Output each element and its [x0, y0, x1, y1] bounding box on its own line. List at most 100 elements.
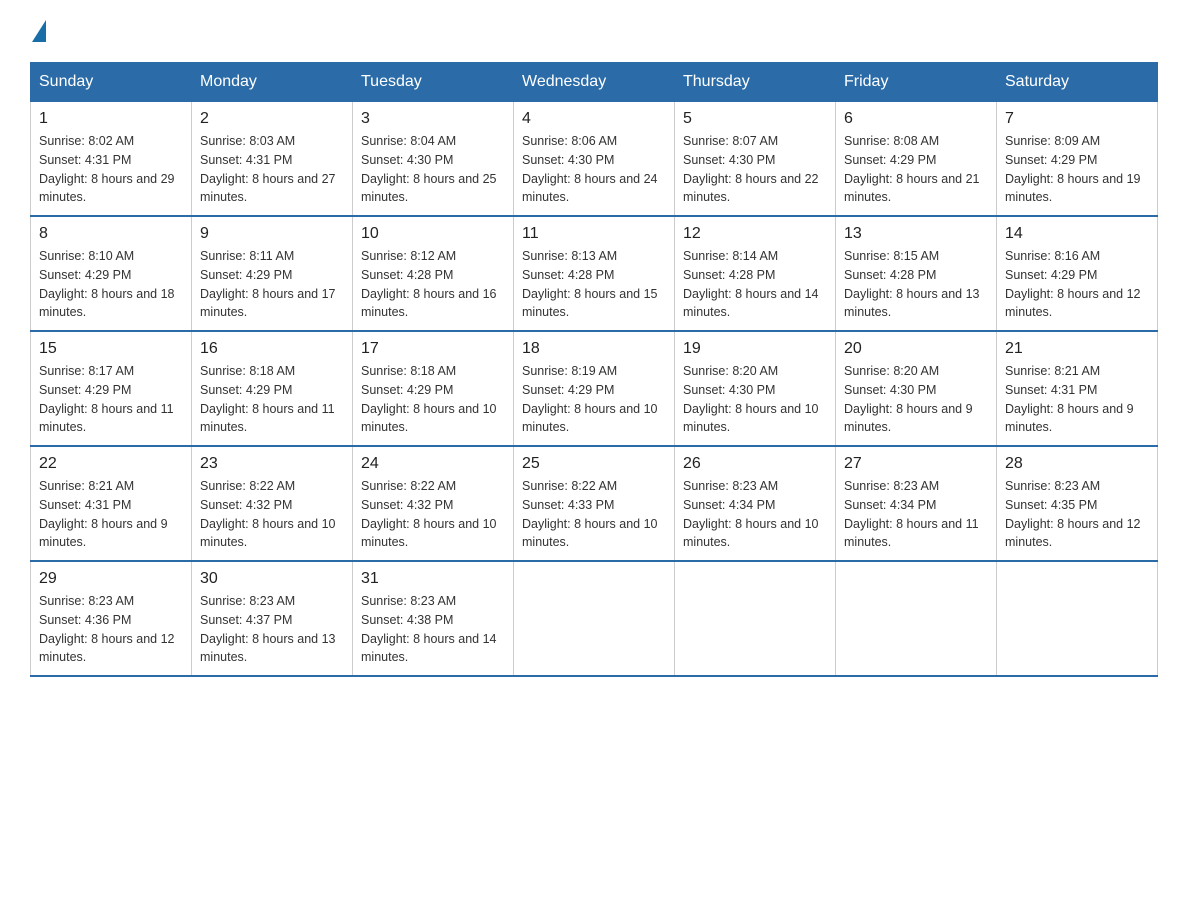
- weekday-header-thursday: Thursday: [675, 63, 836, 102]
- calendar-cell: 23 Sunrise: 8:22 AM Sunset: 4:32 PM Dayl…: [192, 446, 353, 561]
- day-info: Sunrise: 8:12 AM Sunset: 4:28 PM Dayligh…: [361, 247, 505, 322]
- calendar-table: SundayMondayTuesdayWednesdayThursdayFrid…: [30, 62, 1158, 677]
- day-number: 1: [39, 110, 183, 128]
- calendar-cell: 24 Sunrise: 8:22 AM Sunset: 4:32 PM Dayl…: [353, 446, 514, 561]
- day-info: Sunrise: 8:11 AM Sunset: 4:29 PM Dayligh…: [200, 247, 344, 322]
- weekday-header-saturday: Saturday: [997, 63, 1158, 102]
- day-info: Sunrise: 8:07 AM Sunset: 4:30 PM Dayligh…: [683, 132, 827, 207]
- day-info: Sunrise: 8:22 AM Sunset: 4:33 PM Dayligh…: [522, 477, 666, 552]
- day-number: 21: [1005, 340, 1149, 358]
- calendar-cell: 18 Sunrise: 8:19 AM Sunset: 4:29 PM Dayl…: [514, 331, 675, 446]
- day-number: 17: [361, 340, 505, 358]
- calendar-week-row: 29 Sunrise: 8:23 AM Sunset: 4:36 PM Dayl…: [31, 561, 1158, 676]
- calendar-cell: 2 Sunrise: 8:03 AM Sunset: 4:31 PM Dayli…: [192, 102, 353, 217]
- day-number: 5: [683, 110, 827, 128]
- day-info: Sunrise: 8:18 AM Sunset: 4:29 PM Dayligh…: [361, 362, 505, 437]
- day-number: 9: [200, 225, 344, 243]
- day-info: Sunrise: 8:04 AM Sunset: 4:30 PM Dayligh…: [361, 132, 505, 207]
- calendar-cell: 16 Sunrise: 8:18 AM Sunset: 4:29 PM Dayl…: [192, 331, 353, 446]
- calendar-cell: 17 Sunrise: 8:18 AM Sunset: 4:29 PM Dayl…: [353, 331, 514, 446]
- day-number: 18: [522, 340, 666, 358]
- day-info: Sunrise: 8:21 AM Sunset: 4:31 PM Dayligh…: [1005, 362, 1149, 437]
- day-info: Sunrise: 8:03 AM Sunset: 4:31 PM Dayligh…: [200, 132, 344, 207]
- day-number: 25: [522, 455, 666, 473]
- calendar-cell: 25 Sunrise: 8:22 AM Sunset: 4:33 PM Dayl…: [514, 446, 675, 561]
- calendar-cell: 19 Sunrise: 8:20 AM Sunset: 4:30 PM Dayl…: [675, 331, 836, 446]
- calendar-cell: 6 Sunrise: 8:08 AM Sunset: 4:29 PM Dayli…: [836, 102, 997, 217]
- calendar-cell: 12 Sunrise: 8:14 AM Sunset: 4:28 PM Dayl…: [675, 216, 836, 331]
- day-info: Sunrise: 8:16 AM Sunset: 4:29 PM Dayligh…: [1005, 247, 1149, 322]
- day-info: Sunrise: 8:10 AM Sunset: 4:29 PM Dayligh…: [39, 247, 183, 322]
- day-number: 22: [39, 455, 183, 473]
- day-info: Sunrise: 8:18 AM Sunset: 4:29 PM Dayligh…: [200, 362, 344, 437]
- day-info: Sunrise: 8:23 AM Sunset: 4:34 PM Dayligh…: [844, 477, 988, 552]
- day-info: Sunrise: 8:22 AM Sunset: 4:32 PM Dayligh…: [361, 477, 505, 552]
- weekday-header-wednesday: Wednesday: [514, 63, 675, 102]
- day-number: 31: [361, 570, 505, 588]
- day-number: 15: [39, 340, 183, 358]
- calendar-cell: 3 Sunrise: 8:04 AM Sunset: 4:30 PM Dayli…: [353, 102, 514, 217]
- calendar-cell: [997, 561, 1158, 676]
- weekday-header-friday: Friday: [836, 63, 997, 102]
- calendar-cell: 28 Sunrise: 8:23 AM Sunset: 4:35 PM Dayl…: [997, 446, 1158, 561]
- calendar-week-row: 1 Sunrise: 8:02 AM Sunset: 4:31 PM Dayli…: [31, 102, 1158, 217]
- day-info: Sunrise: 8:23 AM Sunset: 4:35 PM Dayligh…: [1005, 477, 1149, 552]
- calendar-cell: 31 Sunrise: 8:23 AM Sunset: 4:38 PM Dayl…: [353, 561, 514, 676]
- day-info: Sunrise: 8:22 AM Sunset: 4:32 PM Dayligh…: [200, 477, 344, 552]
- day-info: Sunrise: 8:20 AM Sunset: 4:30 PM Dayligh…: [844, 362, 988, 437]
- calendar-cell: 4 Sunrise: 8:06 AM Sunset: 4:30 PM Dayli…: [514, 102, 675, 217]
- calendar-cell: 14 Sunrise: 8:16 AM Sunset: 4:29 PM Dayl…: [997, 216, 1158, 331]
- calendar-cell: 13 Sunrise: 8:15 AM Sunset: 4:28 PM Dayl…: [836, 216, 997, 331]
- calendar-week-row: 15 Sunrise: 8:17 AM Sunset: 4:29 PM Dayl…: [31, 331, 1158, 446]
- day-number: 28: [1005, 455, 1149, 473]
- day-info: Sunrise: 8:23 AM Sunset: 4:38 PM Dayligh…: [361, 592, 505, 667]
- calendar-cell: [836, 561, 997, 676]
- weekday-header-tuesday: Tuesday: [353, 63, 514, 102]
- day-number: 29: [39, 570, 183, 588]
- day-info: Sunrise: 8:19 AM Sunset: 4:29 PM Dayligh…: [522, 362, 666, 437]
- day-number: 30: [200, 570, 344, 588]
- calendar-cell: 30 Sunrise: 8:23 AM Sunset: 4:37 PM Dayl…: [192, 561, 353, 676]
- day-number: 2: [200, 110, 344, 128]
- calendar-cell: 15 Sunrise: 8:17 AM Sunset: 4:29 PM Dayl…: [31, 331, 192, 446]
- day-number: 16: [200, 340, 344, 358]
- day-info: Sunrise: 8:15 AM Sunset: 4:28 PM Dayligh…: [844, 247, 988, 322]
- day-info: Sunrise: 8:13 AM Sunset: 4:28 PM Dayligh…: [522, 247, 666, 322]
- day-number: 14: [1005, 225, 1149, 243]
- day-number: 3: [361, 110, 505, 128]
- calendar-cell: 29 Sunrise: 8:23 AM Sunset: 4:36 PM Dayl…: [31, 561, 192, 676]
- day-number: 19: [683, 340, 827, 358]
- day-info: Sunrise: 8:02 AM Sunset: 4:31 PM Dayligh…: [39, 132, 183, 207]
- calendar-cell: [514, 561, 675, 676]
- calendar-cell: 22 Sunrise: 8:21 AM Sunset: 4:31 PM Dayl…: [31, 446, 192, 561]
- day-number: 10: [361, 225, 505, 243]
- day-info: Sunrise: 8:08 AM Sunset: 4:29 PM Dayligh…: [844, 132, 988, 207]
- calendar-cell: 1 Sunrise: 8:02 AM Sunset: 4:31 PM Dayli…: [31, 102, 192, 217]
- day-info: Sunrise: 8:06 AM Sunset: 4:30 PM Dayligh…: [522, 132, 666, 207]
- day-info: Sunrise: 8:23 AM Sunset: 4:36 PM Dayligh…: [39, 592, 183, 667]
- day-info: Sunrise: 8:14 AM Sunset: 4:28 PM Dayligh…: [683, 247, 827, 322]
- calendar-cell: 9 Sunrise: 8:11 AM Sunset: 4:29 PM Dayli…: [192, 216, 353, 331]
- calendar-cell: 27 Sunrise: 8:23 AM Sunset: 4:34 PM Dayl…: [836, 446, 997, 561]
- day-number: 6: [844, 110, 988, 128]
- day-info: Sunrise: 8:23 AM Sunset: 4:37 PM Dayligh…: [200, 592, 344, 667]
- calendar-cell: 21 Sunrise: 8:21 AM Sunset: 4:31 PM Dayl…: [997, 331, 1158, 446]
- calendar-week-row: 22 Sunrise: 8:21 AM Sunset: 4:31 PM Dayl…: [31, 446, 1158, 561]
- calendar-week-row: 8 Sunrise: 8:10 AM Sunset: 4:29 PM Dayli…: [31, 216, 1158, 331]
- calendar-cell: 26 Sunrise: 8:23 AM Sunset: 4:34 PM Dayl…: [675, 446, 836, 561]
- calendar-cell: 11 Sunrise: 8:13 AM Sunset: 4:28 PM Dayl…: [514, 216, 675, 331]
- calendar-cell: 8 Sunrise: 8:10 AM Sunset: 4:29 PM Dayli…: [31, 216, 192, 331]
- day-number: 8: [39, 225, 183, 243]
- day-number: 24: [361, 455, 505, 473]
- calendar-header-row: SundayMondayTuesdayWednesdayThursdayFrid…: [31, 63, 1158, 102]
- day-info: Sunrise: 8:17 AM Sunset: 4:29 PM Dayligh…: [39, 362, 183, 437]
- weekday-header-monday: Monday: [192, 63, 353, 102]
- logo-triangle-icon: [32, 20, 46, 42]
- day-info: Sunrise: 8:21 AM Sunset: 4:31 PM Dayligh…: [39, 477, 183, 552]
- day-number: 13: [844, 225, 988, 243]
- day-number: 27: [844, 455, 988, 473]
- day-number: 4: [522, 110, 666, 128]
- day-number: 23: [200, 455, 344, 473]
- calendar-cell: 5 Sunrise: 8:07 AM Sunset: 4:30 PM Dayli…: [675, 102, 836, 217]
- calendar-cell: 10 Sunrise: 8:12 AM Sunset: 4:28 PM Dayl…: [353, 216, 514, 331]
